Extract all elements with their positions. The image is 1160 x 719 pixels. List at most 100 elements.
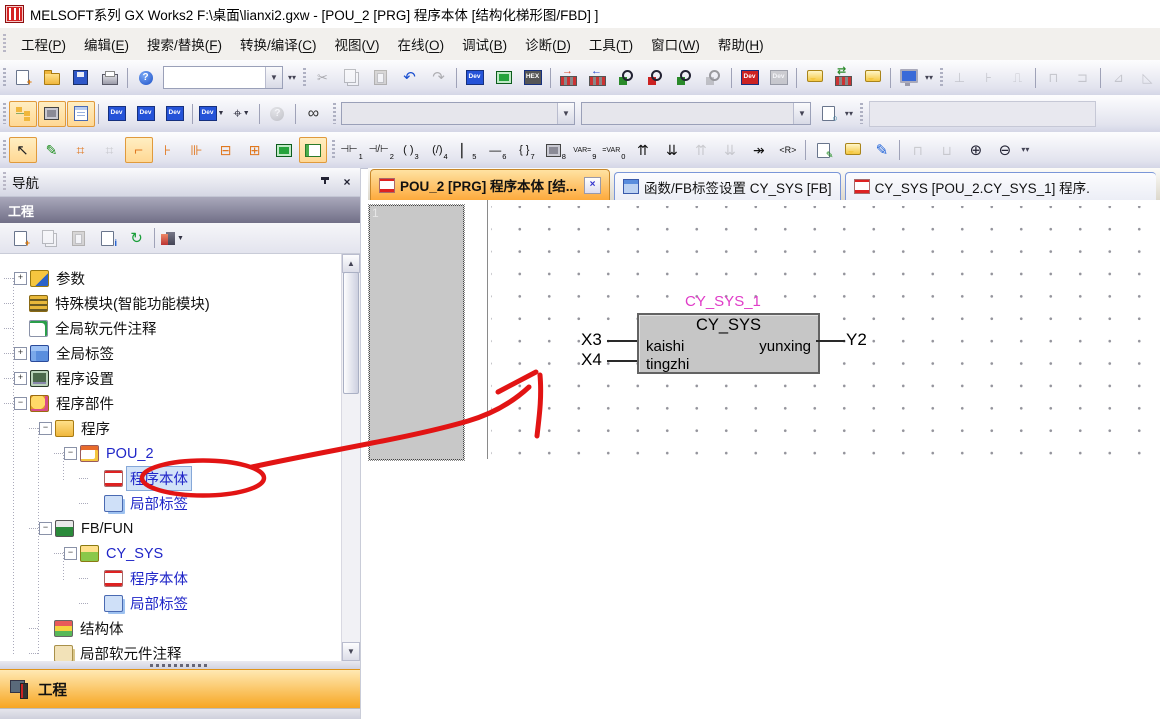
undo-button[interactable]: ↶	[396, 65, 424, 91]
menu-item-2[interactable]: 搜索/替换(F)	[138, 30, 231, 58]
module-configuration-button[interactable]	[38, 101, 66, 127]
operand-x3[interactable]: X3	[581, 330, 602, 350]
copy-data-button[interactable]	[36, 225, 64, 251]
work-window-button[interactable]	[67, 101, 95, 127]
auto-connect-button[interactable]: ⌐	[125, 137, 153, 163]
sort-filter-button[interactable]: ▼	[159, 225, 187, 251]
guided-mode-button[interactable]: ⌗	[67, 137, 95, 163]
device-memory-edit-button[interactable]: Dev	[132, 101, 160, 127]
element-parts-button[interactable]: ⊞	[241, 137, 269, 163]
project-tree-button[interactable]	[9, 101, 37, 127]
tree-item-局部标签[interactable]: 局部标签	[0, 591, 342, 616]
device-test-off-button[interactable]: Dev	[765, 65, 793, 91]
device-network-edit-button[interactable]: Dev	[161, 101, 189, 127]
tree-item-局部标签[interactable]: 局部标签	[0, 491, 342, 516]
document-tab-2[interactable]: CY_SYS [POU_2.CY_SYS_1] 程序.	[845, 172, 1156, 200]
output-instruction-button[interactable]: ⊪	[183, 137, 211, 163]
horizontal-line-button[interactable]: —6	[484, 137, 512, 163]
comment-display-button[interactable]	[801, 65, 829, 91]
falling-pulse-gray-button[interactable]: ⇊	[716, 137, 744, 163]
menu-item-6[interactable]: 调试(B)	[453, 30, 516, 58]
collapse-toggle[interactable]: −	[64, 447, 77, 460]
menu-item-0[interactable]: 工程(P)	[12, 30, 75, 58]
sl-build-button[interactable]: ⊥	[946, 65, 974, 91]
new-data-button[interactable]	[7, 225, 35, 251]
device-comment-edit-button[interactable]: Dev	[103, 101, 131, 127]
tree-item-POU_2[interactable]: −POU_2	[0, 441, 342, 466]
menu-item-10[interactable]: 帮助(H)	[709, 30, 773, 58]
expand-toggle[interactable]: +	[14, 372, 27, 385]
function-block[interactable]: CY_SYS kaishi tingzhi yunxing	[637, 313, 820, 374]
collapse-toggle[interactable]: −	[14, 397, 27, 410]
print-button[interactable]	[96, 65, 124, 91]
verify-with-plc-button[interactable]	[613, 65, 641, 91]
scroll-up-button[interactable]: ▲	[342, 254, 360, 273]
tree-item-全局标签[interactable]: +全局标签	[0, 341, 342, 366]
collapse-toggle[interactable]: −	[39, 522, 52, 535]
read-from-plc-button[interactable]	[584, 65, 612, 91]
tree-item-程序设置[interactable]: +程序设置	[0, 366, 342, 391]
fbd-sheet[interactable]: 1 CY_SYS_1 CY_SYS kaishi tingzhi yunxing…	[368, 200, 1160, 719]
new-project-button[interactable]	[9, 65, 37, 91]
tree-item-全局软元件注释[interactable]: 全局软元件注释	[0, 316, 342, 341]
project-combo-combobox[interactable]: ▼	[163, 66, 283, 89]
menu-item-1[interactable]: 编辑(E)	[75, 30, 138, 58]
sl-write-mode-button[interactable]: ⊐	[1069, 65, 1097, 91]
redo-button[interactable]: ↷	[425, 65, 453, 91]
menu-item-7[interactable]: 诊断(D)	[516, 30, 580, 58]
sl-zoom-a-button[interactable]: ⊿	[1105, 65, 1133, 91]
document-tab-0[interactable]: POU_2 [PRG] 程序本体 [结...×	[370, 169, 610, 200]
program-check-button[interactable]	[490, 65, 518, 91]
toolbar-overflow-button[interactable]: ▾▾	[286, 66, 298, 90]
device-search-button[interactable]: ⌖▼	[227, 101, 255, 127]
scroll-thumb[interactable]	[343, 272, 359, 394]
monitor-pc-button[interactable]	[895, 65, 923, 91]
guided-mode-gray-button[interactable]: ⌗	[96, 137, 124, 163]
select-mode-button[interactable]: ↖	[9, 137, 37, 163]
sl-online-change-button[interactable]: ⊦	[975, 65, 1003, 91]
rising-pulse-button[interactable]: ⇈	[629, 137, 657, 163]
interconnect-mode-button[interactable]: ✎	[38, 137, 66, 163]
menu-item-8[interactable]: 工具(T)	[580, 30, 642, 58]
operand-x4[interactable]: X4	[581, 350, 602, 370]
fb-instance-label[interactable]: CY_SYS_1	[685, 293, 761, 310]
toolbar-overflow-button[interactable]: ▾▾	[843, 102, 855, 126]
toolbar-overflow-button[interactable]: ▾▾	[923, 66, 935, 90]
transfer-setup-button[interactable]	[830, 65, 858, 91]
paste-data-button[interactable]	[65, 225, 93, 251]
falling-pulse-button[interactable]: ⇊	[658, 137, 686, 163]
operand-y2[interactable]: Y2	[846, 330, 867, 350]
expand-toggle[interactable]: +	[14, 347, 27, 360]
combo-dropdown-icon[interactable]: ▼	[793, 103, 810, 124]
collapse-toggle[interactable]: −	[64, 547, 77, 560]
auto-hide-pin-button[interactable]	[316, 174, 334, 190]
statement-display-button[interactable]	[859, 65, 887, 91]
write-to-plc-button[interactable]	[555, 65, 583, 91]
combo-dropdown-icon[interactable]: ▼	[265, 67, 282, 88]
new-ladder-block-button[interactable]	[270, 137, 298, 163]
tree-item-程序本体[interactable]: 程序本体	[0, 566, 342, 591]
project-view-button[interactable]: 工程	[0, 669, 360, 708]
paste-button[interactable]	[367, 65, 395, 91]
network-up-button[interactable]: ⊓	[904, 137, 932, 163]
network-down-button[interactable]: ⊔	[933, 137, 961, 163]
collapse-toggle[interactable]: −	[39, 422, 52, 435]
input-instruction-button[interactable]: ⊦	[154, 137, 182, 163]
tree-item-FB/FUN[interactable]: −FB/FUN	[0, 516, 342, 541]
refresh-view-button[interactable]: ↻	[123, 225, 151, 251]
tree-item-程序[interactable]: −程序	[0, 416, 342, 441]
device-display-button[interactable]: Dev▼	[197, 101, 227, 127]
find-combo-combobox[interactable]: ▼	[341, 102, 575, 125]
toolbar-grip[interactable]	[3, 34, 6, 54]
find-target-combo-combobox[interactable]: ▼	[581, 102, 811, 125]
monitor-stop-button[interactable]	[642, 65, 670, 91]
tree-item-程序部件[interactable]: −程序部件	[0, 391, 342, 416]
device-batch-button[interactable]: HEX	[519, 65, 547, 91]
find-in-document-button[interactable]	[814, 101, 842, 127]
var-assignment-2-button[interactable]: =VAR0	[600, 137, 628, 163]
panel-grip[interactable]	[3, 172, 6, 192]
element-select-button[interactable]: ⊟	[212, 137, 240, 163]
monitor-start-button[interactable]	[671, 65, 699, 91]
sl-zoom-b-button[interactable]: ◺	[1134, 65, 1160, 91]
close-panel-button[interactable]: ×	[338, 174, 356, 190]
